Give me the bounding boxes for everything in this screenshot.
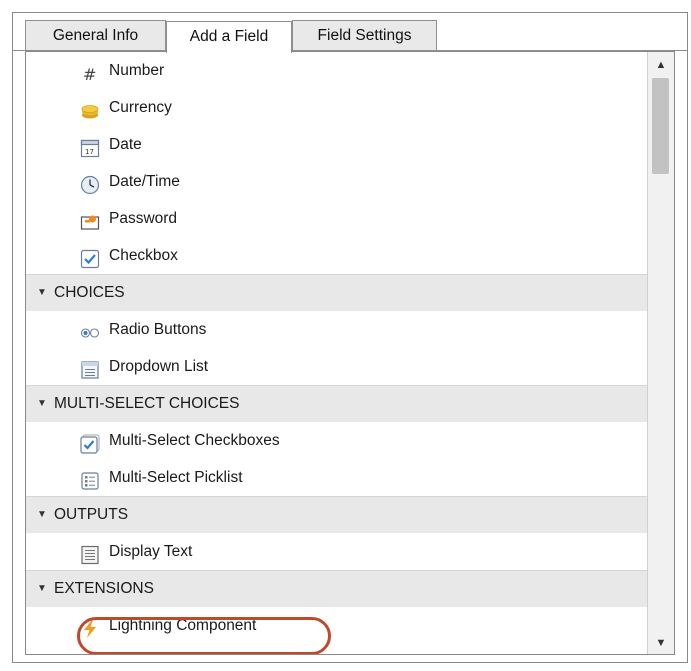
scroll-down-button[interactable]: ▼ — [648, 632, 674, 654]
clock-icon — [80, 172, 100, 195]
tab-general-info[interactable]: General Info — [25, 20, 166, 51]
field-item-dropdown-list[interactable]: Dropdown List — [26, 348, 648, 385]
field-item-radio-buttons[interactable]: Radio Buttons — [26, 311, 648, 348]
section-label: MULTI-SELECT CHOICES — [54, 395, 240, 412]
field-item-label: Lightning Component — [109, 617, 257, 634]
tab-bar: General Info Add a Field Field Settings — [13, 13, 687, 53]
field-item-date[interactable]: 17 Date — [26, 126, 648, 163]
svg-text:17: 17 — [85, 148, 94, 156]
field-item-label: Display Text — [109, 543, 193, 560]
section-label: EXTENSIONS — [54, 580, 154, 597]
caret-down-icon: ▼ — [37, 509, 47, 520]
field-item-display-text[interactable]: Display Text — [26, 533, 648, 570]
field-item-label: Multi-Select Picklist — [109, 469, 243, 486]
calendar-icon: 17 — [80, 135, 100, 158]
field-item-label: Checkbox — [109, 247, 178, 264]
svg-text:#: # — [83, 65, 96, 84]
section-label: OUTPUTS — [54, 506, 129, 523]
field-item-label: Date/Time — [109, 173, 180, 190]
field-item-currency[interactable]: Currency — [26, 89, 648, 126]
caret-down-icon: ▼ — [37, 583, 47, 594]
caret-down-icon: ▼ — [37, 398, 47, 409]
field-item-label: Number — [109, 62, 165, 79]
field-item-label: Currency — [109, 99, 172, 116]
field-list-panel: # Number Currency 17 Date Date/Time Pass… — [25, 51, 675, 655]
caret-down-icon: ▼ — [37, 287, 47, 298]
section-label: CHOICES — [54, 284, 125, 301]
dropdown-icon — [80, 357, 100, 379]
vertical-scrollbar[interactable]: ▲ ▼ — [647, 52, 674, 654]
field-item-label: Date — [109, 136, 142, 153]
section-outputs[interactable]: ▼ OUTPUTS — [26, 496, 648, 533]
field-item-multi-select-picklist[interactable]: Multi-Select Picklist — [26, 459, 648, 496]
field-item-datetime[interactable]: Date/Time — [26, 163, 648, 200]
tab-add-a-field[interactable]: Add a Field — [166, 21, 292, 53]
field-list: # Number Currency 17 Date Date/Time Pass… — [26, 52, 648, 644]
field-item-password[interactable]: Password — [26, 200, 648, 237]
tab-field-settings[interactable]: Field Settings — [292, 20, 437, 51]
multi-checkbox-icon — [80, 431, 100, 454]
picklist-icon — [80, 468, 100, 490]
key-icon — [80, 209, 100, 230]
field-palette-window: General Info Add a Field Field Settings … — [12, 12, 688, 663]
section-multi-select-choices[interactable]: ▼ MULTI-SELECT CHOICES — [26, 385, 648, 422]
radio-icon — [80, 320, 100, 340]
section-choices[interactable]: ▼ CHOICES — [26, 274, 648, 311]
field-item-label: Multi-Select Checkboxes — [109, 432, 280, 449]
checkbox-icon — [80, 246, 100, 269]
section-extensions[interactable]: ▼ EXTENSIONS — [26, 570, 648, 607]
field-item-lightning-component[interactable]: Lightning Component — [26, 607, 648, 644]
document-icon — [80, 542, 100, 565]
scroll-thumb[interactable] — [652, 78, 669, 174]
field-item-multi-select-checkboxes[interactable]: Multi-Select Checkboxes — [26, 422, 648, 459]
scroll-up-button[interactable]: ▲ — [648, 54, 674, 76]
hash-icon: # — [80, 61, 100, 84]
field-item-checkbox[interactable]: Checkbox — [26, 237, 648, 274]
field-item-label: Password — [109, 210, 178, 227]
field-item-label: Radio Buttons — [109, 321, 207, 338]
lightning-icon — [80, 616, 100, 638]
field-item-number[interactable]: # Number — [26, 52, 648, 89]
coins-icon — [80, 98, 100, 119]
field-item-label: Dropdown List — [109, 358, 209, 375]
